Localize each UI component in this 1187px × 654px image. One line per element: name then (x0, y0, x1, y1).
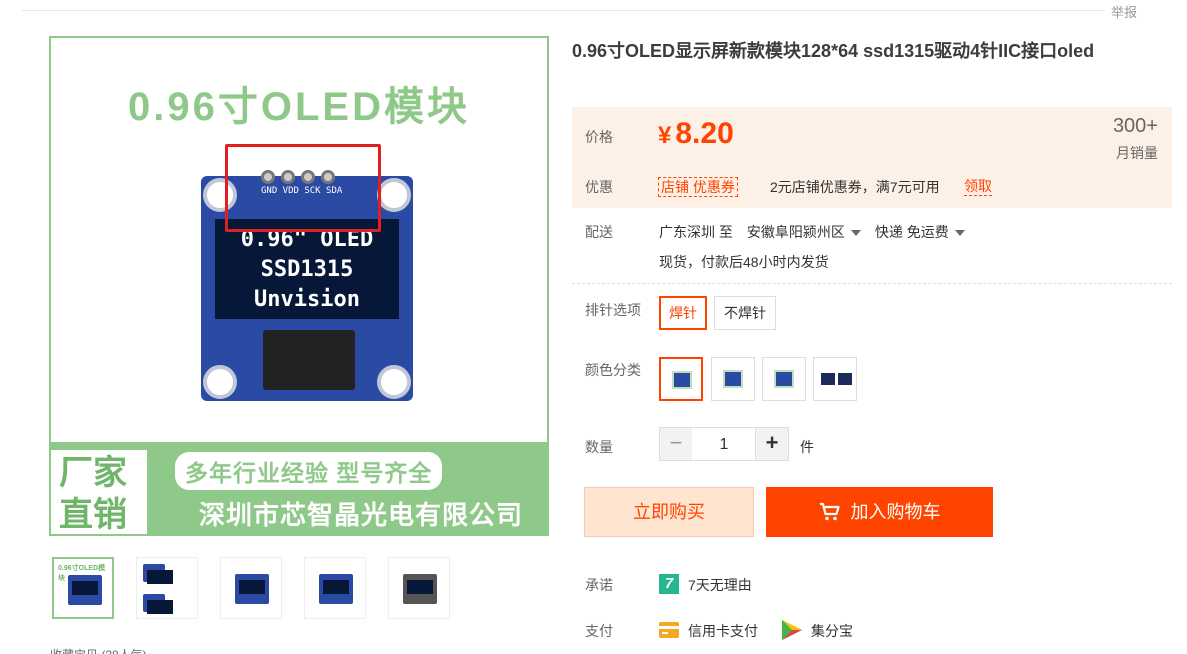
price-label: 价格 (585, 129, 613, 145)
jifenbao-icon (782, 620, 802, 640)
currency-symbol: ¥ (658, 122, 672, 149)
swatch-image (774, 370, 794, 388)
coupon-badge: 店铺 优惠券 (658, 177, 738, 197)
main-product-image[interactable]: 0.96寸OLED模块 GND VDD SCK SDA 0.96" OLED S… (49, 36, 549, 536)
color-swatch-1[interactable] (659, 357, 703, 401)
slogan-text: 多年行业经验 型号齐全 (175, 452, 443, 490)
color-swatch-4[interactable] (813, 357, 857, 401)
claim-coupon-link[interactable]: 领取 (964, 177, 992, 196)
report-link[interactable]: 举报 (1104, 2, 1143, 21)
pin-option-label: 排针选项 (585, 302, 641, 318)
jifenbao-payment: 集分宝 (811, 623, 853, 639)
thumbnail-board (403, 574, 437, 604)
promise-text: 7天无理由 (688, 577, 752, 593)
thumbnail-3[interactable] (220, 557, 282, 619)
quantity-increase-button[interactable]: + (755, 427, 789, 461)
flex-cable (263, 330, 355, 390)
thumbnail-board (143, 564, 173, 584)
oled-screen: 0.96" OLED SSD1315 Unvision (215, 219, 399, 319)
screen-line: SSD1315 (260, 257, 354, 282)
price-value: ¥8.20 (658, 117, 734, 151)
destination-select[interactable]: 安徽阜阳颍州区 (747, 222, 861, 242)
thumbnail-1[interactable]: 0.96寸OLED模块 (52, 557, 114, 619)
color-option-label: 颜色分类 (585, 362, 641, 378)
swatch-image (838, 373, 852, 385)
cart-icon (819, 502, 840, 521)
factory-text: 厂家 直销 (59, 452, 127, 534)
company-name: 深圳市芯智晶光电有限公司 (199, 500, 524, 530)
seven-day-return-icon: 7 (659, 574, 679, 594)
payment-label: 支付 (585, 623, 613, 639)
thumbnail-board (68, 575, 102, 605)
shipping-method-text: 快递 免运费 (874, 224, 949, 240)
ship-from-text: 广东深圳 (659, 224, 715, 240)
factory-line: 直销 (59, 496, 127, 534)
color-swatch-2[interactable] (711, 357, 755, 401)
add-to-cart-label: 加入购物车 (850, 502, 941, 522)
color-swatch-3[interactable] (762, 357, 806, 401)
product-title: 0.96寸OLED显示屏新款模块128*64 ssd1315驱动4针IIC接口o… (572, 41, 1095, 61)
screen-line: Unvision (254, 287, 360, 312)
thumbnail-2[interactable] (136, 557, 198, 619)
mount-hole (377, 365, 411, 399)
favorite-link[interactable]: 收藏宝贝 (28人气) (50, 646, 147, 654)
factory-line: 厂家 (59, 454, 127, 492)
mount-hole (203, 365, 237, 399)
to-word: 至 (718, 224, 733, 240)
chevron-down-icon (850, 230, 861, 237)
thumbnail-strip: 0.96寸OLED模块 (52, 557, 450, 619)
buy-now-button[interactable]: 立即购买 (584, 487, 754, 537)
monthly-sales-count: 300+ (1112, 115, 1158, 137)
top-divider (22, 10, 1112, 11)
highlight-box (225, 144, 381, 232)
destination-text: 安徽阜阳颍州区 (746, 224, 845, 240)
section-divider (572, 283, 1172, 284)
swatch-image (672, 371, 692, 389)
swatch-image (723, 370, 743, 388)
thumbnail-board (235, 574, 269, 604)
quantity-decrease-button[interactable]: − (659, 427, 693, 461)
quantity-input[interactable]: 1 (692, 427, 756, 461)
shipping-method-select[interactable]: 快递 免运费 (875, 222, 965, 242)
promo-label: 优惠 (585, 179, 613, 195)
quantity-unit: 件 (800, 439, 814, 455)
monthly-sales-label: 月销量 (1116, 145, 1158, 161)
swatch-image (821, 373, 835, 385)
thumbnail-board (143, 594, 173, 614)
promise-label: 承诺 (585, 577, 613, 593)
option-soldered-pins[interactable]: 焊针 (659, 296, 707, 330)
add-to-cart-button[interactable]: 加入购物车 (766, 487, 993, 537)
thumbnail-4[interactable] (304, 557, 366, 619)
option-unsoldered-pins[interactable]: 不焊针 (714, 296, 776, 330)
credit-card-icon (659, 622, 679, 638)
thumbnail-board (319, 574, 353, 604)
thumbnail-5[interactable] (388, 557, 450, 619)
ship-from: 广东深圳 至 (659, 222, 733, 242)
quantity-label: 数量 (585, 439, 613, 455)
shipping-label: 配送 (585, 224, 613, 240)
dispatch-info: 现货，付款后48小时内发货 (659, 254, 829, 270)
price-amount: 8.20 (675, 117, 734, 150)
image-headline: 0.96寸OLED模块 (128, 85, 470, 129)
shipping-route: 广东深圳 至 安徽阜阳颍州区 快递 免运费 (659, 222, 965, 242)
price-panel: 价格 ¥8.20 300+ 月销量 优惠 店铺 优惠券 2元店铺优惠券，满7元可… (572, 107, 1172, 208)
mount-hole (377, 178, 411, 212)
credit-card-payment: 信用卡支付 (688, 623, 758, 639)
coupon-text: 2元店铺优惠券，满7元可用 (770, 179, 940, 195)
chevron-down-icon (954, 230, 965, 237)
